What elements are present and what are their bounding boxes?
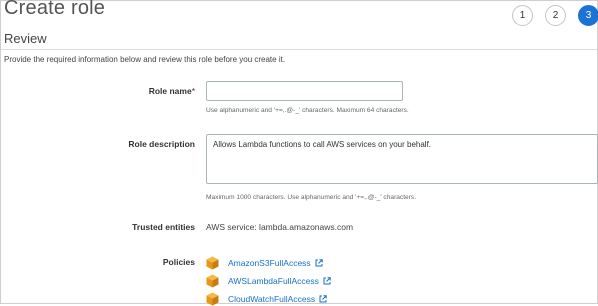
step-2-indicator[interactable]: 2 (545, 5, 566, 26)
step-3-indicator-active: 3 (578, 5, 598, 26)
policies-label: Policies (162, 257, 195, 267)
external-link-icon[interactable] (319, 295, 327, 303)
review-section-title: Review (4, 31, 47, 46)
external-link-icon[interactable] (315, 259, 323, 267)
trusted-entities-label: Trusted entities (132, 222, 195, 232)
policy-link-awslambdafullaccess[interactable]: AWSLambdaFullAccess (228, 276, 319, 287)
trusted-entities-value: AWS service: lambda.amazonaws.com (206, 222, 354, 232)
role-name-input[interactable] (206, 81, 403, 101)
policy-cube-icon (206, 274, 219, 288)
policy-link-amazons3fullaccess[interactable]: AmazonS3FullAccess (228, 258, 311, 269)
role-name-hint: Use alphanumeric and '+=,.@-_' character… (206, 107, 409, 114)
role-description-hint: Maximum 1000 characters. Use alphanumeri… (206, 194, 417, 201)
external-link-icon[interactable] (323, 277, 331, 285)
role-description-textarea[interactable]: Allows Lambda functions to call AWS serv… (206, 134, 598, 184)
section-divider (1, 49, 597, 50)
policy-item: AmazonS3FullAccess (206, 256, 323, 270)
role-description-label: Role description (128, 139, 195, 149)
page-title: Create role (4, 0, 106, 19)
required-marker: * (191, 86, 195, 96)
policy-cube-icon (206, 256, 219, 270)
role-name-label-text: Role name (148, 86, 192, 96)
role-name-label: Role name* (149, 86, 195, 97)
policy-link-cloudwatchfullaccess[interactable]: CloudWatchFullAccess (228, 294, 315, 305)
policy-item: AWSLambdaFullAccess (206, 274, 331, 288)
review-intro-text: Provide the required information below a… (4, 55, 286, 64)
step-1-indicator[interactable]: 1 (512, 5, 533, 26)
